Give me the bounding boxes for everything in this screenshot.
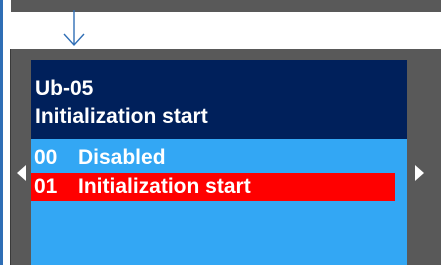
lcd-screen: Ub-05 Initialization start 00 Disabled 0… [31,60,407,265]
parameter-code: Ub-05 [35,77,94,100]
left-guide-line [0,0,3,265]
option-disabled[interactable]: 00 Disabled [31,144,395,172]
bezel-edge [10,49,11,265]
option-label: Initialization start [78,175,251,198]
option-number: 01 [34,175,58,198]
option-number: 00 [34,146,58,169]
down-arrow-icon [63,10,85,47]
option-initialization-start[interactable]: 01 Initialization start [31,173,395,201]
parameter-title: Initialization start [35,105,208,128]
left-triangle-icon[interactable] [16,164,27,182]
parameter-header: Ub-05 Initialization start [31,60,407,139]
right-triangle-icon[interactable] [414,164,425,182]
option-label: Disabled [78,146,166,169]
